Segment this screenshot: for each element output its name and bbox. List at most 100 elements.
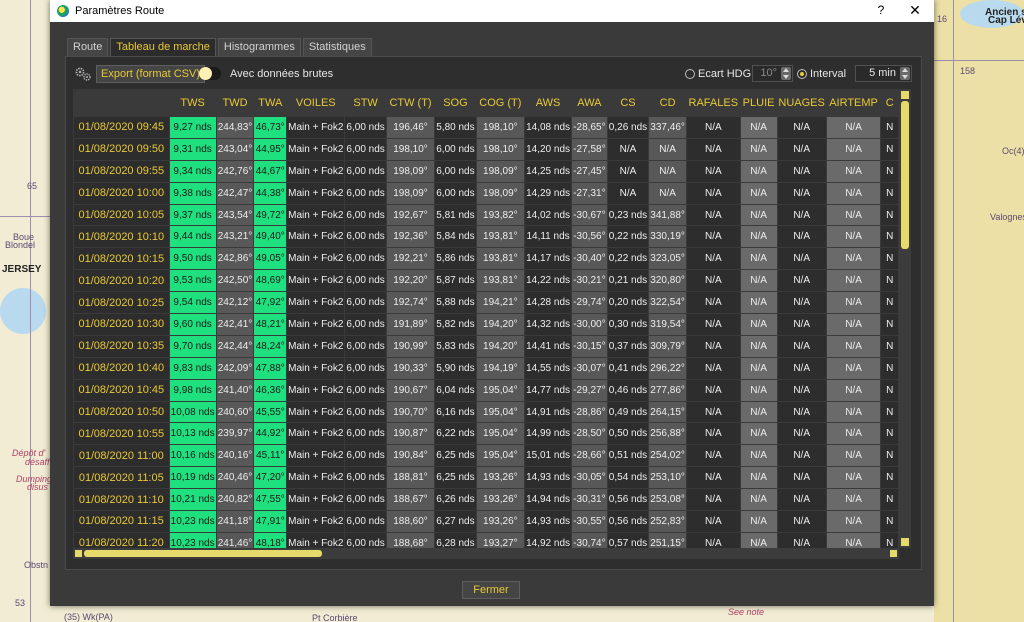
column-header-aws[interactable]: AWS (525, 90, 572, 116)
ecart-hdg-spinbox[interactable]: 10° (752, 65, 793, 82)
column-header-voiles[interactable]: VOILES (287, 90, 345, 116)
horizontal-scrollbar[interactable] (73, 548, 899, 559)
column-header-date[interactable] (74, 90, 169, 116)
cell-aws: 14,08 nds (525, 117, 572, 138)
table-row[interactable]: 01/08/2020 10:25 9,54 nds 242,12° 47,92° Mai… (74, 292, 898, 314)
raw-data-label: Avec données brutes (230, 68, 334, 80)
cell-ctw: 188,67° (386, 489, 435, 511)
cell-voiles: Main + Fok2 (287, 292, 345, 314)
column-header-airtemp[interactable]: AIRTEMP (826, 90, 881, 116)
column-header-nuages[interactable]: NUAGES (777, 90, 826, 116)
cell-ctw: 190,33° (386, 357, 435, 379)
fermer-button[interactable]: Fermer (462, 581, 520, 599)
table-row[interactable]: 01/08/2020 11:15 10,23 nds 241,18° 47,91° Ma… (74, 511, 898, 532)
table-row[interactable]: 01/08/2020 11:00 10,16 nds 240,16° 45,11° Ma… (74, 445, 898, 467)
cell-pluie: N/A (740, 204, 777, 226)
export-csv-button[interactable]: Export (format CSV) (96, 65, 206, 83)
cell-cd: N/A (649, 138, 687, 160)
cell-tws: 10,08 nds (169, 401, 216, 423)
scroll-down-arrow-icon[interactable] (901, 538, 909, 546)
column-header-ctw[interactable]: CTW (T) (386, 90, 435, 116)
window-title: Paramètres Route (75, 5, 165, 17)
scroll-right-arrow-icon[interactable] (890, 550, 897, 557)
cell-nuages: N/A (777, 357, 826, 379)
column-header-twd[interactable]: TWD (216, 90, 254, 116)
table-row[interactable]: 01/08/2020 10:40 9,83 nds 242,09° 47,88° Mai… (74, 357, 898, 379)
cell-ctw: 192,74° (386, 292, 435, 314)
cell-ctw: 192,20° (386, 270, 435, 292)
table-row[interactable]: 01/08/2020 10:20 9,53 nds 242,50° 48,69° Mai… (74, 270, 898, 292)
table-row[interactable]: 01/08/2020 09:45 9,27 nds 244,83° 46,73° Mai… (74, 117, 898, 138)
ecart-hdg-radio[interactable] (685, 69, 695, 79)
column-header-tws[interactable]: TWS (169, 90, 216, 116)
cell-date: 01/08/2020 10:45 (74, 379, 169, 401)
cell-twa: 45,55° (254, 401, 287, 423)
chart-gridline (934, 60, 1024, 61)
vertical-scroll-thumb[interactable] (901, 101, 909, 249)
column-header-cd[interactable]: CD (649, 90, 687, 116)
column-header-cs[interactable]: CS (607, 90, 649, 116)
table-row[interactable]: 01/08/2020 10:45 9,98 nds 241,40° 46,36° Mai… (74, 379, 898, 401)
table-row[interactable]: 01/08/2020 10:05 9,37 nds 243,54° 49,72° Mai… (74, 204, 898, 226)
cell-aws: 14,11 nds (525, 226, 572, 248)
cell-cs: 0,41 nds (607, 357, 649, 379)
table-row[interactable]: 01/08/2020 11:20 10,23 nds 241,46° 48,18° Ma… (74, 532, 898, 548)
column-header-extra[interactable]: C (881, 90, 898, 116)
cell-pluie: N/A (740, 292, 777, 314)
scroll-left-arrow-icon[interactable] (75, 550, 82, 557)
cell-sog: 6,28 nds (435, 532, 476, 548)
title-bar[interactable]: Paramètres Route ? ✕ (50, 0, 934, 22)
help-button[interactable]: ? (874, 3, 888, 17)
column-header-twa[interactable]: TWA (254, 90, 287, 116)
tab-tableau-de-marche[interactable]: Tableau de marche (110, 38, 216, 56)
interval-spinbox[interactable]: 5 min (855, 65, 912, 82)
table-row[interactable]: 01/08/2020 10:00 9,38 nds 242,47° 44,38° Mai… (74, 182, 898, 204)
chart-gridline (953, 0, 954, 622)
table-row[interactable]: 01/08/2020 11:05 10,19 nds 240,46° 47,20° Ma… (74, 467, 898, 489)
interval-radio[interactable] (797, 69, 807, 79)
settings-gears-icon[interactable] (74, 67, 92, 81)
tab-histogrammes[interactable]: Histogrammes (217, 38, 301, 56)
spin-arrows-icon[interactable] (781, 67, 791, 80)
chart-label: JERSEY (2, 264, 42, 275)
column-header-cog[interactable]: COG (T) (476, 90, 525, 116)
table-row[interactable]: 01/08/2020 09:55 9,34 nds 242,76° 44,67° Mai… (74, 160, 898, 182)
table-row[interactable]: 01/08/2020 10:50 10,08 nds 240,60° 45,55° Ma… (74, 401, 898, 423)
tab-statistiques[interactable]: Statistiques (302, 38, 372, 56)
table-row[interactable]: 01/08/2020 11:10 10,21 nds 240,82° 47,55° Ma… (74, 489, 898, 511)
cell-extra: N (881, 489, 898, 511)
cell-ctw: 188,81° (386, 467, 435, 489)
cell-twd: 241,40° (216, 379, 254, 401)
column-header-pluie[interactable]: PLUIE (740, 90, 777, 116)
cell-cs: 0,20 nds (607, 292, 649, 314)
cell-airtemp: N/A (826, 160, 881, 182)
cell-twa: 44,92° (254, 423, 287, 445)
tab-route[interactable]: Route (67, 38, 109, 56)
cell-twd: 242,86° (216, 248, 254, 270)
column-header-rafales[interactable]: RAFALES (687, 90, 740, 116)
table-row[interactable]: 01/08/2020 10:30 9,60 nds 242,41° 48,21° Mai… (74, 314, 898, 335)
spin-arrows-icon[interactable] (900, 67, 910, 80)
column-header-stw[interactable]: STW (345, 90, 386, 116)
table-row[interactable]: 01/08/2020 10:35 9,70 nds 242,44° 48,24° Mai… (74, 335, 898, 357)
table-row[interactable]: 01/08/2020 10:15 9,50 nds 242,86° 49,05° Mai… (74, 248, 898, 270)
cell-twa: 44,95° (254, 138, 287, 160)
table-row[interactable]: 01/08/2020 10:55 10,13 nds 239,97° 44,92° Ma… (74, 423, 898, 445)
cell-awa: -30,56° (572, 226, 607, 248)
table-row[interactable]: 01/08/2020 09:50 9,31 nds 243,04° 44,95° Mai… (74, 138, 898, 160)
cell-tws: 9,31 nds (169, 138, 216, 160)
cell-cog: 193,26° (476, 467, 525, 489)
vertical-scrollbar[interactable] (899, 89, 911, 548)
cell-cog: 195,04° (476, 445, 525, 467)
cell-sog: 6,04 nds (435, 379, 476, 401)
cell-stw: 6,00 nds (345, 160, 386, 182)
table-row[interactable]: 01/08/2020 10:10 9,44 nds 243,21° 49,40° Mai… (74, 226, 898, 248)
close-window-button[interactable]: ✕ (908, 2, 922, 19)
scroll-up-arrow-icon[interactable] (901, 91, 909, 99)
horizontal-scroll-thumb[interactable] (84, 550, 322, 557)
cell-nuages: N/A (777, 335, 826, 357)
column-header-awa[interactable]: AWA (572, 90, 607, 116)
column-header-sog[interactable]: SOG (435, 90, 476, 116)
chart-gridline (30, 0, 31, 622)
raw-data-toggle[interactable] (199, 67, 221, 80)
